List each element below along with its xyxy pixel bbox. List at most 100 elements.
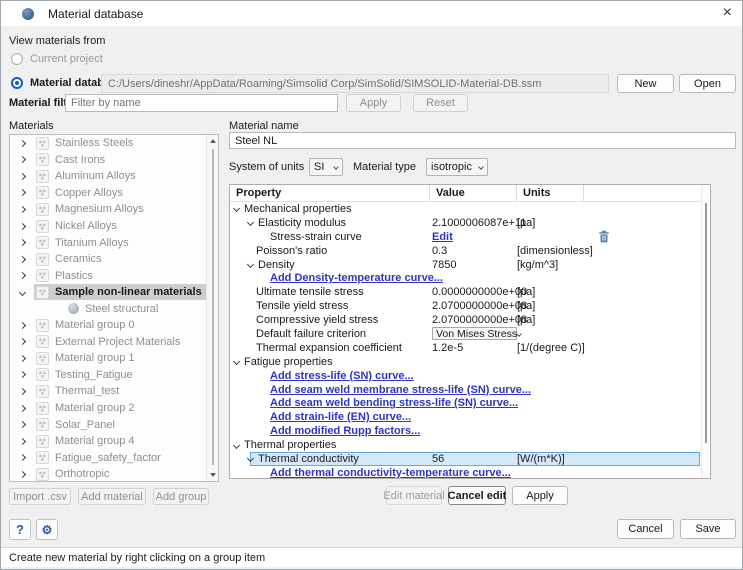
tree-item[interactable]: Magnesium Alloys [10, 201, 218, 218]
property-link[interactable]: Add Density-temperature curve... [270, 272, 443, 284]
chevron-right-icon[interactable] [19, 338, 26, 345]
tree-item[interactable]: Aluminum Alloys [10, 168, 218, 185]
chevron-right-icon[interactable] [19, 471, 26, 478]
tree-scroll-thumb[interactable] [212, 149, 214, 465]
new-button[interactable]: New [617, 74, 674, 93]
tree-scrollbar[interactable] [206, 135, 218, 481]
system-of-units-value: SI [314, 161, 324, 173]
import-csv-button[interactable]: Import .csv [9, 488, 71, 505]
units-cell: [pa] [517, 299, 584, 313]
material-filter-input[interactable] [65, 94, 338, 112]
system-of-units-select[interactable]: SI [309, 158, 343, 176]
chevron-right-icon[interactable] [19, 189, 26, 196]
property-link[interactable]: Add seam weld bending stress-life (SN) c… [270, 397, 518, 409]
material-database-radio[interactable] [11, 77, 23, 89]
tree-item[interactable]: Testing_Fatigue [10, 367, 218, 384]
chevron-right-icon[interactable] [19, 454, 26, 461]
add-group-button[interactable]: Add group [153, 488, 209, 505]
material-group-icon [36, 468, 49, 481]
chevron-right-icon[interactable] [19, 206, 26, 213]
apply-edit-button[interactable]: Apply [512, 486, 568, 505]
tree-item[interactable]: Material group 2 [10, 400, 218, 417]
current-project-radio[interactable] [11, 53, 23, 65]
tree-item[interactable]: Thermal_test [10, 383, 218, 400]
chevron-right-icon[interactable] [19, 140, 26, 147]
chevron-right-icon[interactable] [19, 156, 26, 163]
tree-item[interactable]: Material group 0 [10, 317, 218, 334]
property-link[interactable]: Add modified Rupp factors... [270, 425, 420, 437]
open-button[interactable]: Open [679, 74, 736, 93]
tree-item[interactable]: Ceramics [10, 251, 218, 268]
chevron-right-icon[interactable] [19, 371, 26, 378]
tree-item[interactable]: Orthotropic [10, 466, 218, 482]
chevron-down-icon[interactable] [247, 219, 254, 226]
current-project-label[interactable]: Current project [30, 53, 103, 65]
property-link[interactable]: Add seam weld membrane stress-life (SN) … [270, 384, 531, 396]
failure-criterion-select[interactable]: Von Mises Stress [432, 327, 517, 340]
property-cell: Density [230, 258, 430, 272]
tree-item[interactable]: Plastics [10, 267, 218, 284]
tree-item[interactable]: Fatigue_safety_factor [10, 449, 218, 466]
chevron-down-icon[interactable] [247, 455, 254, 462]
cancel-button[interactable]: Cancel [617, 519, 674, 539]
filter-apply-button[interactable]: Apply [346, 94, 401, 112]
settings-button[interactable]: ⚙ [36, 519, 58, 540]
tree-item[interactable]: Material group 1 [10, 350, 218, 367]
property-value: 0.3 [432, 245, 447, 257]
help-button[interactable]: ? [9, 519, 31, 540]
tree-item[interactable]: Copper Alloys [10, 185, 218, 202]
units-cell: [kg/m^3] [517, 258, 584, 272]
tree-item-label: Material group 1 [55, 352, 135, 364]
save-button[interactable]: Save [680, 519, 736, 539]
edit-material-button[interactable]: Edit material [386, 486, 442, 505]
material-group-icon [36, 402, 49, 415]
close-icon[interactable]: × [723, 3, 732, 23]
chevron-right-icon[interactable] [19, 388, 26, 395]
chevron-right-icon[interactable] [19, 239, 26, 246]
value-cell: 0.3 [430, 244, 517, 258]
chevron-right-icon[interactable] [19, 222, 26, 229]
edit-curve-link[interactable]: Edit [432, 231, 453, 243]
tree-item[interactable]: Solar_Panel [10, 416, 218, 433]
chevron-right-icon[interactable] [19, 173, 26, 180]
property-cell: Elasticity modulus [230, 216, 430, 230]
filter-reset-button[interactable]: Reset [413, 94, 468, 112]
tree-item[interactable]: Stainless Steels [10, 135, 218, 152]
chevron-right-icon[interactable] [19, 256, 26, 263]
add-material-button[interactable]: Add material [78, 488, 146, 505]
chevron-right-icon[interactable] [19, 355, 26, 362]
chevron-right-icon[interactable] [19, 404, 26, 411]
chevron-down-icon[interactable] [19, 289, 26, 296]
property-link[interactable]: Add strain-life (EN) curve... [270, 411, 411, 423]
material-group-icon [36, 269, 49, 282]
tree-item-body: Material group 4 [34, 433, 141, 450]
tree-item[interactable]: Titanium Alloys [10, 234, 218, 251]
tree-item[interactable]: External Project Materials [10, 334, 218, 351]
property-link[interactable]: Add stress-life (SN) curve... [270, 370, 414, 382]
scroll-down-icon[interactable] [210, 473, 216, 477]
material-type-select[interactable]: isotropic [426, 158, 488, 176]
tree-item[interactable]: Cast Irons [10, 152, 218, 169]
property-cell: Ultimate tensile stress [230, 285, 430, 299]
chevron-right-icon[interactable] [19, 272, 26, 279]
scroll-up-icon[interactable] [210, 139, 216, 143]
tree-item[interactable]: Material group 4 [10, 433, 218, 450]
property-value: 2.0700000000e+08 [432, 314, 527, 326]
chevron-down-icon[interactable] [233, 205, 240, 212]
chevron-down-icon[interactable] [233, 442, 240, 449]
trash-icon[interactable] [598, 230, 610, 243]
chevron-down-icon[interactable] [233, 358, 240, 365]
material-type-value: isotropic [431, 161, 472, 173]
chevron-right-icon[interactable] [19, 421, 26, 428]
material-name-input[interactable] [229, 132, 736, 149]
tree-item[interactable]: Sample non-linear materials [10, 284, 218, 301]
property-link[interactable]: Add thermal conductivity-temperature cur… [270, 467, 511, 479]
chevron-right-icon[interactable] [19, 438, 26, 445]
tree-item[interactable]: Nickel Alloys [10, 218, 218, 235]
chevron-right-icon[interactable] [19, 322, 26, 329]
cancel-edit-button[interactable]: Cancel edit [448, 486, 506, 505]
chevron-down-icon[interactable] [247, 261, 254, 268]
tree-item[interactable]: Steel structural [10, 300, 218, 317]
chevron-wrap [20, 290, 34, 295]
units-cell [517, 202, 584, 216]
